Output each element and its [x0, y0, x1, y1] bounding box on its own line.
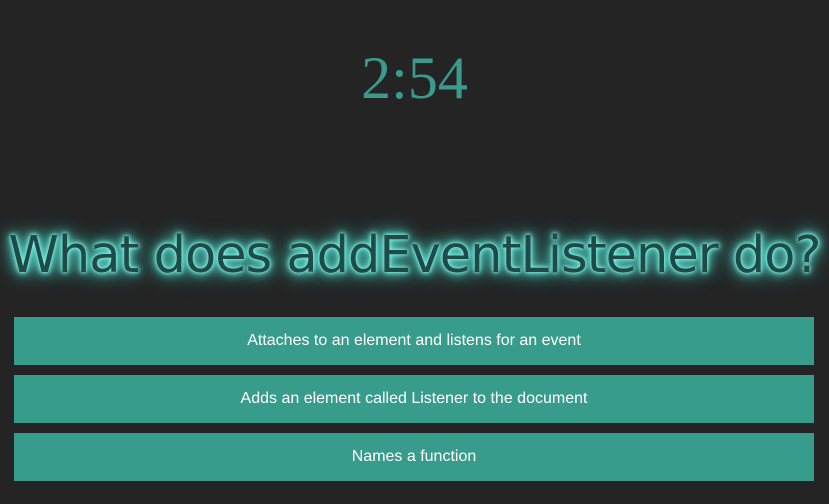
answer-button-2[interactable]: Adds an element called Listener to the d…	[14, 375, 814, 423]
countdown-timer: 2:54	[361, 45, 468, 111]
answer-button-1[interactable]: Attaches to an element and listens for a…	[14, 317, 814, 365]
answer-button-3[interactable]: Names a function	[14, 433, 814, 481]
quiz-page: 2:54 What does addEventListener do? Atta…	[0, 0, 829, 504]
answer-list: Attaches to an element and listens for a…	[14, 317, 814, 491]
question-title: What does addEventListener do?	[8, 226, 821, 285]
